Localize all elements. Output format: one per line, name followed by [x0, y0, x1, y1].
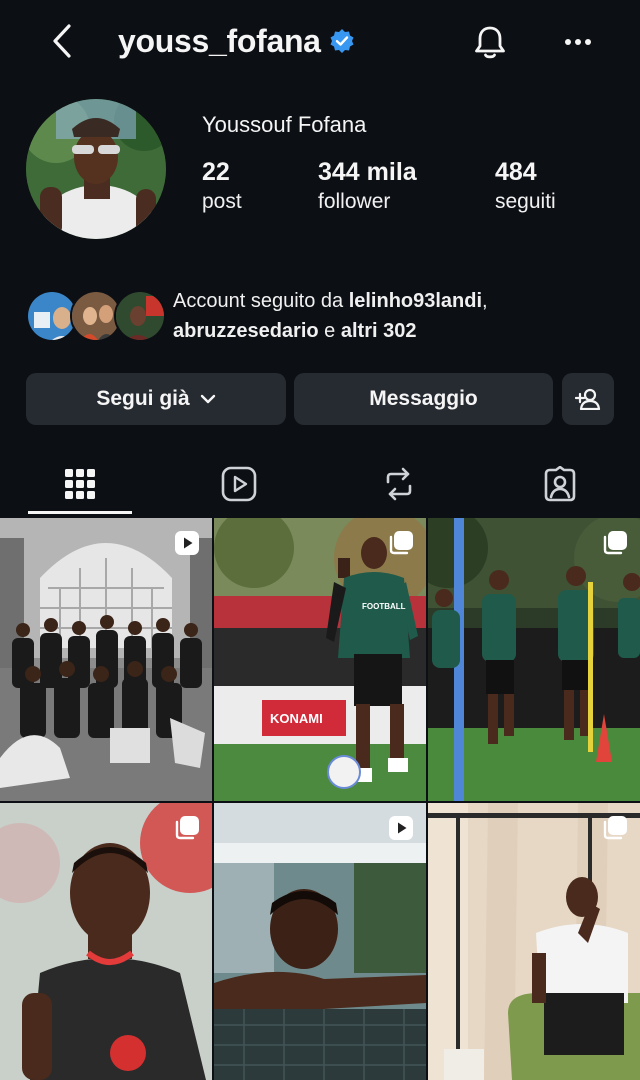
username: youss_fofana: [118, 22, 321, 59]
tab-reels[interactable]: [187, 452, 291, 516]
following-button[interactable]: Segui già: [26, 373, 286, 425]
carousel-icon: [603, 816, 627, 840]
reel-icon: [389, 816, 413, 840]
kit-sponsor-text: FOOTBALL: [362, 602, 406, 611]
stat-followers-label: follower: [318, 190, 391, 213]
stat-posts-count: 22: [202, 158, 230, 186]
profile-avatar[interactable]: [26, 99, 166, 239]
suggest-users-button[interactable]: [562, 373, 614, 425]
more-options-button[interactable]: [556, 20, 600, 64]
following-label: Segui già: [96, 387, 190, 410]
posts-grid: FOOTBALL KONAMI: [0, 518, 640, 1080]
person-add-icon: [575, 388, 601, 410]
tab-tagged[interactable]: [508, 452, 612, 516]
tagged-icon: [544, 466, 576, 502]
message-label: Messaggio: [369, 387, 478, 410]
active-tab-indicator: [28, 511, 132, 514]
stat-followers[interactable]: 344 mila follower: [318, 156, 417, 216]
reels-icon: [221, 466, 257, 502]
mutual-followers[interactable]: Account seguito da lelinho93landi, abruz…: [26, 286, 626, 346]
notifications-button[interactable]: [468, 20, 512, 64]
post-thumbnail[interactable]: [428, 803, 640, 1080]
carousel-icon: [603, 531, 627, 555]
mutual-user-link[interactable]: lelinho93landi: [349, 290, 482, 312]
more-horizontal-icon: [565, 39, 591, 45]
top-bar: youss_fofana: [0, 0, 640, 84]
stat-posts[interactable]: 22 post: [202, 156, 242, 216]
mutual-separator: ,: [482, 290, 488, 312]
verified-badge-icon: [329, 28, 355, 54]
tab-grid[interactable]: [28, 452, 132, 516]
stat-followers-count: 344 mila: [318, 158, 417, 186]
ad-board-text: KONAMI: [270, 711, 323, 726]
chevron-left-icon: [53, 24, 71, 58]
mutual-avatar: [114, 290, 166, 342]
post-thumbnail[interactable]: [428, 518, 640, 801]
back-button[interactable]: [42, 20, 82, 62]
carousel-icon: [389, 531, 413, 555]
mutual-prefix: Account seguito da: [173, 290, 349, 312]
mutual-followers-text: Account seguito da lelinho93landi, abruz…: [173, 286, 633, 346]
profile-tabs: [0, 452, 640, 518]
stat-following-count: 484: [495, 158, 537, 186]
post-thumbnail[interactable]: [0, 803, 212, 1080]
chevron-down-icon: [200, 394, 215, 404]
carousel-icon: [175, 816, 199, 840]
bell-icon: [475, 26, 505, 59]
mutual-user-link[interactable]: abruzzesedario: [173, 320, 319, 342]
mutual-avatars: [26, 290, 166, 344]
mutual-conjunction: e: [318, 320, 341, 342]
post-thumbnail[interactable]: [214, 803, 426, 1080]
stat-following-label: seguiti: [495, 190, 556, 213]
post-thumbnail[interactable]: [0, 518, 212, 801]
username-header: youss_fofana: [118, 20, 355, 62]
tab-reposts[interactable]: [347, 452, 451, 516]
stat-following[interactable]: 484 seguiti: [495, 156, 556, 216]
post-thumbnail[interactable]: FOOTBALL KONAMI: [214, 518, 426, 801]
reel-icon: [175, 531, 199, 555]
mutual-others-link[interactable]: altri 302: [341, 320, 417, 342]
repost-icon: [386, 467, 412, 501]
stat-posts-label: post: [202, 190, 242, 213]
grid-icon: [65, 469, 95, 499]
message-button[interactable]: Messaggio: [294, 373, 553, 425]
profile-full-name: Youssouf Fofana: [202, 112, 367, 137]
